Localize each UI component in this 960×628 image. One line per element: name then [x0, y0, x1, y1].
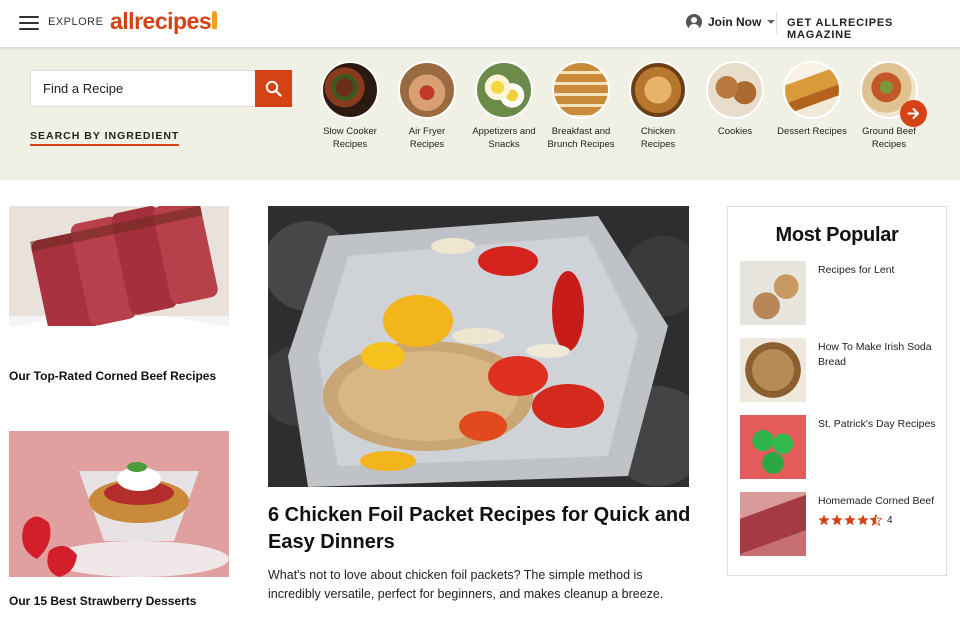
corned-beef-illustration — [9, 206, 229, 352]
corned-beef-card-title[interactable]: Our Top-Rated Corned Beef Recipes — [9, 369, 216, 383]
category-label: Recipes — [409, 139, 445, 150]
corned-beef-thumbnail — [740, 492, 806, 556]
popular-item-st-patricks[interactable]: St. Patrick's Day Recipes — [740, 415, 940, 481]
category-dessert[interactable]: Dessert Recipes — [774, 61, 850, 138]
magazine-link[interactable]: GET ALLRECIPES MAGAZINE — [787, 17, 960, 41]
popular-item-label: How To Make Irish Soda Bread — [818, 341, 932, 368]
category-label: Appetizers and — [472, 126, 536, 137]
chicken-image — [629, 61, 687, 119]
category-chicken[interactable]: Chicken Recipes — [620, 61, 696, 151]
category-label: Ground Beef — [862, 126, 916, 137]
category-breakfast[interactable]: Breakfast and Brunch Recipes — [543, 61, 619, 151]
most-popular-heading: Most Popular — [775, 224, 899, 246]
logo-mark-icon — [212, 11, 218, 29]
logo-text: allrecipes — [110, 8, 212, 34]
popular-item-soda-bread[interactable]: How To Make Irish Soda Bread — [740, 338, 940, 404]
popular-item-corned-beef[interactable]: Homemade Corned Beef 4 — [740, 492, 940, 558]
breakfast-image — [552, 61, 610, 119]
chevron-down-icon — [767, 20, 776, 24]
search-band: SEARCH BY INGREDIENT Slow CookerRecipes … — [0, 47, 960, 180]
hero-title[interactable]: 6 Chicken Foil Packet Recipes for Quick … — [268, 502, 698, 556]
explore-link[interactable]: EXPLORE — [48, 16, 103, 28]
chicken-foil-illustration — [268, 206, 689, 487]
header-divider — [776, 12, 777, 34]
most-popular-panel: Most Popular Recipes for Lent How To Mak… — [727, 206, 947, 576]
category-label: Slow Cooker — [323, 126, 377, 137]
category-next-button[interactable] — [900, 100, 927, 127]
st-patricks-thumbnail — [740, 415, 806, 479]
search-input[interactable] — [31, 71, 255, 106]
hamburger-menu-icon[interactable] — [19, 16, 39, 30]
join-now-button[interactable]: Join Now — [686, 14, 776, 30]
user-icon — [686, 14, 702, 30]
star-half-icon — [870, 514, 882, 526]
rating-count: 4 — [887, 514, 893, 526]
search-by-ingredient-link[interactable]: SEARCH BY INGREDIENT — [30, 130, 180, 146]
star-icon — [818, 514, 830, 526]
arrow-right-icon — [907, 108, 919, 119]
cookies-image — [706, 61, 764, 119]
allrecipes-logo[interactable]: allrecipes — [110, 8, 218, 35]
popular-item-label: Homemade Corned Beef — [818, 495, 935, 507]
search-button[interactable] — [255, 70, 292, 107]
star-icon — [831, 514, 843, 526]
air-fryer-image — [398, 61, 456, 119]
soda-bread-thumbnail — [740, 338, 806, 402]
corned-beef-image[interactable] — [9, 206, 229, 352]
category-air-fryer[interactable]: Air Fryer Recipes — [389, 61, 465, 151]
appetizers-image — [475, 61, 533, 119]
category-label: Snacks — [488, 139, 520, 150]
category-label: Breakfast and — [551, 126, 611, 137]
hero-image[interactable] — [268, 206, 689, 487]
category-label: Recipes — [640, 139, 676, 150]
category-label: Air Fryer — [408, 126, 446, 137]
hero-description: What's not to love about chicken foil pa… — [268, 568, 664, 601]
join-now-label: Join Now — [708, 15, 762, 29]
category-cookies[interactable]: Cookies — [697, 61, 773, 138]
search-box — [30, 70, 255, 107]
strawberry-card-title[interactable]: Our 15 Best Strawberry Desserts — [9, 594, 196, 608]
strawberry-illustration — [9, 431, 229, 577]
dessert-image — [783, 61, 841, 119]
strawberry-image[interactable] — [9, 431, 229, 577]
search-icon — [265, 80, 282, 97]
slow-cooker-image — [321, 61, 379, 119]
category-label: Brunch Recipes — [547, 139, 615, 150]
category-appetizers[interactable]: Appetizers and Snacks — [466, 61, 542, 151]
lent-thumbnail — [740, 261, 806, 325]
popular-item-label: Recipes for Lent — [818, 264, 895, 276]
category-label: Recipes — [871, 139, 907, 150]
star-icon — [844, 514, 856, 526]
category-slow-cooker[interactable]: Slow Cooker Recipes — [312, 61, 388, 151]
site-header: EXPLORE allrecipes Join Now GET ALLRECIP… — [0, 0, 960, 47]
category-label: Dessert Recipes — [777, 126, 847, 137]
popular-item-lent[interactable]: Recipes for Lent — [740, 261, 940, 327]
popular-item-label: St. Patrick's Day Recipes — [818, 418, 936, 430]
star-rating: 4 — [818, 514, 893, 526]
category-label: Cookies — [717, 126, 753, 137]
category-label: Chicken — [640, 126, 676, 137]
star-icon — [857, 514, 869, 526]
category-label: Recipes — [332, 139, 368, 150]
